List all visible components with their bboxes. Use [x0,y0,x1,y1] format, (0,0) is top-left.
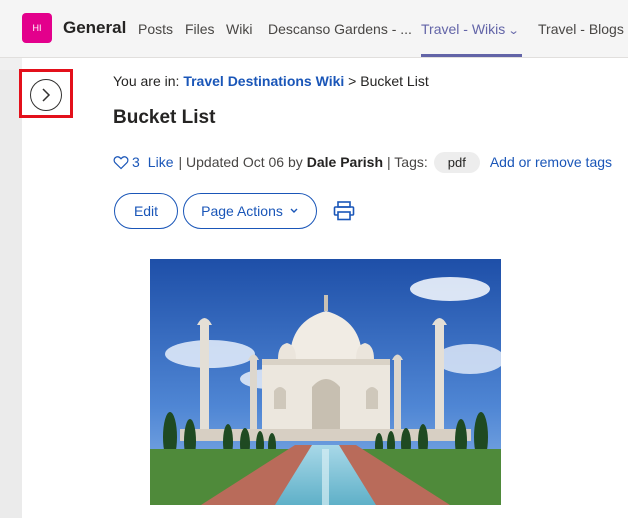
tab-descanso-gardens[interactable]: Descanso Gardens - ... [268,21,412,37]
add-remove-tags-link[interactable]: Add or remove tags [490,154,612,170]
team-avatar[interactable]: HI [22,13,52,43]
tag-chip[interactable]: pdf [433,151,480,173]
channel-name: General [63,18,127,37]
tab-travel-wikis-label: Travel - Wikis [421,21,506,37]
active-tab-indicator [421,54,522,57]
chevron-right-icon [42,88,51,102]
channel-header: HI General Posts Files Wiki Descanso Gar… [0,0,628,58]
like-button[interactable]: 3 Like [113,154,173,170]
heart-icon [113,155,129,169]
edit-button[interactable]: Edit [114,193,178,229]
breadcrumb: You are in: Travel Destinations Wiki > B… [113,73,429,89]
taj-mahal-illustration [150,259,501,505]
breadcrumb-current: Bucket List [360,73,429,89]
author-name[interactable]: Dale Parish [307,154,383,170]
breadcrumb-link-wiki[interactable]: Travel Destinations Wiki [183,73,344,89]
tab-wiki[interactable]: Wiki [226,21,252,37]
chevron-down-icon [290,208,298,213]
breadcrumb-separator: > [348,73,357,89]
tab-posts[interactable]: Posts [138,21,173,37]
taj-mahal-image [150,259,501,505]
tags-label: | Tags: [387,154,428,170]
like-count: 3 [132,154,140,170]
page-meta: 3 Like | Updated Oct 06 by Dale Parish |… [113,151,612,173]
page-actions-label: Page Actions [201,203,283,219]
print-icon [333,201,355,221]
tab-travel-wikis[interactable]: Travel - Wikis ⌄ [421,21,520,37]
like-label: Like [147,154,174,170]
updated-text: | Updated Oct 06 by [178,154,303,170]
breadcrumb-prefix: You are in: [113,73,180,89]
tab-travel-blogs[interactable]: Travel - Blogs [538,21,624,37]
edit-button-label: Edit [133,203,159,219]
chevron-down-icon[interactable]: ⌄ [508,24,520,37]
page-title: Bucket List [113,107,216,128]
expand-navigation-button[interactable] [30,79,62,111]
print-button[interactable] [333,201,355,221]
tab-files[interactable]: Files [185,21,215,37]
page-actions-button[interactable]: Page Actions [183,193,317,229]
